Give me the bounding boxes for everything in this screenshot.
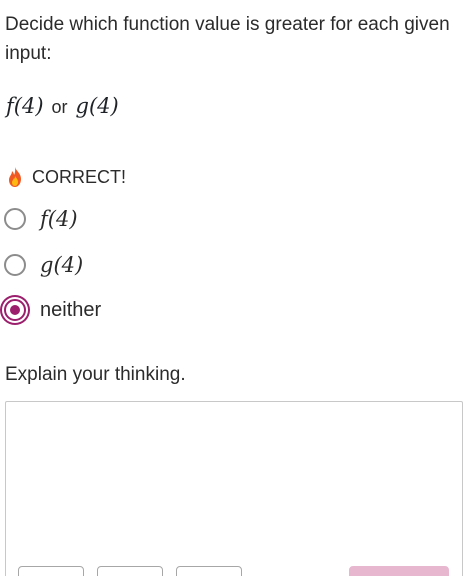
radio-button[interactable] [4,208,26,230]
explain-label: Explain your thinking. [5,364,186,385]
choice-g-of-4[interactable]: g(4) [4,250,83,280]
explanation-textarea[interactable] [5,401,463,576]
prompt-f-of-4: f(4) [6,94,44,118]
toolbar-button-1[interactable] [18,566,84,576]
choice-label: g(4) [40,253,84,277]
prompt-g-of-4: g(4) [75,94,119,118]
feedback-text: CORRECT! [32,166,126,187]
radio-button-selected[interactable] [4,299,26,321]
toolbar-button-2[interactable] [97,566,163,576]
feedback-status: CORRECT! [6,166,126,188]
choice-f-of-4[interactable]: f(4) [4,204,78,234]
submit-button[interactable] [349,566,449,576]
choice-neither[interactable]: neither [4,295,101,325]
prompt-or-label: or [51,97,68,117]
toolbar-button-3[interactable] [176,566,242,576]
flame-icon [9,167,21,187]
radio-button[interactable] [4,254,26,276]
prompt-expression: f(4) or g(4) [6,94,119,118]
choice-label: neither [40,298,102,321]
choice-label: f(4) [40,207,78,231]
question-text: Decide which function value is greater f… [5,14,450,64]
